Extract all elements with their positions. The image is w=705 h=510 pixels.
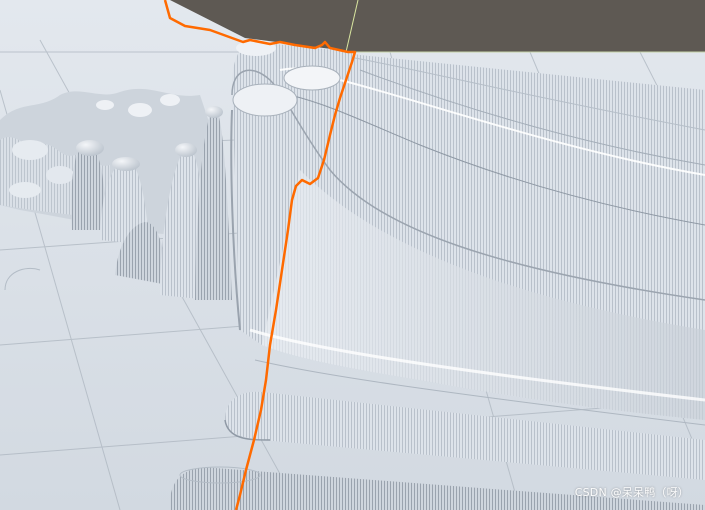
scene-viewport[interactable]: CSDN @呆呆鸭（呀） [0,0,705,510]
watermark-text: CSDN @呆呆鸭（呀） [574,486,689,499]
terrain-scene[interactable] [0,0,705,510]
